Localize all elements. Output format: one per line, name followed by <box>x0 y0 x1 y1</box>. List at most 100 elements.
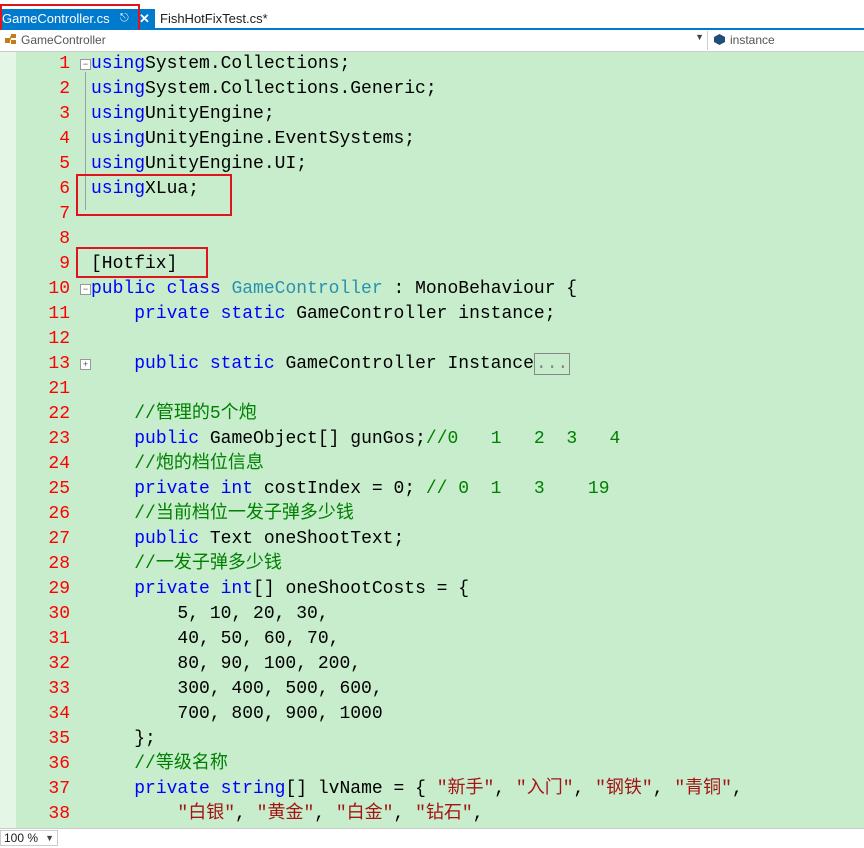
code-line[interactable]: 21 <box>0 377 864 402</box>
collapse-icon[interactable]: − <box>80 284 91 295</box>
code-token: "白金" <box>335 804 394 824</box>
code-line[interactable]: 13 + public static GameController Instanc… <box>0 352 864 377</box>
zoom-level: 100 % <box>4 831 39 845</box>
code-text: //管理的5个炮 <box>91 402 257 427</box>
code-editor[interactable]: 1− usingSystem.Collections; 2 usingSystem.C… <box>0 52 864 828</box>
code-line[interactable]: 35 }; <box>0 727 864 752</box>
code-token: using <box>91 79 146 99</box>
code-token: 5, 10, 20, 30, <box>91 604 329 624</box>
close-icon[interactable]: ✕ <box>139 9 150 28</box>
collapse-icon[interactable]: − <box>80 59 91 70</box>
code-line[interactable]: 36 //等级名称 <box>0 752 864 777</box>
code-line[interactable]: 1− usingSystem.Collections; <box>0 52 864 77</box>
code-token: //0 1 2 3 4 <box>425 429 621 449</box>
code-text: public GameObject[] gunGos;//0 1 2 3 4 <box>91 427 620 452</box>
line-number: 22 <box>48 404 70 424</box>
code-line[interactable]: 9 [Hotfix] <box>0 252 864 277</box>
code-line[interactable]: 38 "白银", "黄金", "白金", "钻石", <box>0 802 864 827</box>
line-number: 2 <box>59 79 70 99</box>
chevron-down-icon[interactable]: ▼ <box>695 32 704 42</box>
code-token: GameObject[] gunGos; <box>209 429 426 449</box>
code-token: public class <box>91 279 232 299</box>
line-number: 29 <box>48 579 70 599</box>
code-line[interactable]: 31 40, 50, 60, 70, <box>0 627 864 652</box>
code-line[interactable]: 32 80, 90, 100, 200, <box>0 652 864 677</box>
line-number: 9 <box>59 254 70 274</box>
code-token: using <box>91 129 146 149</box>
code-line[interactable]: 34 700, 800, 900, 1000 <box>0 702 864 727</box>
code-line[interactable]: 12 <box>0 327 864 352</box>
line-number: 37 <box>48 779 70 799</box>
code-line[interactable]: 7 <box>0 202 864 227</box>
code-text: //等级名称 <box>91 752 228 777</box>
status-bar: 100 % ▼ <box>0 828 864 848</box>
field-icon <box>714 34 725 45</box>
code-line[interactable]: 2 usingSystem.Collections.Generic; <box>0 77 864 102</box>
code-line[interactable]: 24 //炮的档位信息 <box>0 452 864 477</box>
code-token: , <box>573 779 596 799</box>
code-text: "白银", "黄金", "白金", "钻石", <box>91 802 483 827</box>
code-text: private int costIndex = 0; // 0 1 3 19 <box>91 477 609 502</box>
code-token: //一发子弹多少钱 <box>134 554 282 574</box>
zoom-dropdown[interactable]: 100 % ▼ <box>0 830 58 846</box>
document-tab-strip: GameController.cs ⎋ ✕ FishHotFixTest.cs* <box>0 0 864 32</box>
collapsed-region[interactable]: ... <box>533 353 571 375</box>
code-text: private int[] oneShootCosts = { <box>91 577 469 602</box>
code-text: usingUnityEngine; <box>91 102 275 127</box>
code-token: using <box>91 154 146 174</box>
tab-fishhotfixtest[interactable]: FishHotFixTest.cs* <box>160 9 268 28</box>
class-selector-dropdown[interactable]: GameController ▼ <box>0 31 708 50</box>
code-text: 40, 50, 60, 70, <box>91 627 339 652</box>
code-token: 300, 400, 500, 600, <box>91 679 383 699</box>
code-line[interactable]: 3 usingUnityEngine; <box>0 102 864 127</box>
tab-label: FishHotFixTest.cs* <box>160 11 268 26</box>
code-token: , <box>494 779 516 799</box>
line-number: 32 <box>48 654 70 674</box>
code-token: private int <box>134 479 264 499</box>
code-line[interactable]: 28 //一发子弹多少钱 <box>0 552 864 577</box>
code-token: //等级名称 <box>134 754 228 774</box>
code-line[interactable]: 26 //当前档位一发子弹多少钱 <box>0 502 864 527</box>
code-text: usingSystem.Collections; <box>91 52 350 77</box>
code-line[interactable]: 22 //管理的5个炮 <box>0 402 864 427</box>
code-token: //炮的档位信息 <box>134 454 264 474</box>
line-number: 10 <box>48 279 70 299</box>
code-line[interactable]: 4 usingUnityEngine.EventSystems; <box>0 127 864 152</box>
code-line[interactable]: 33 300, 400, 500, 600, <box>0 677 864 702</box>
code-line[interactable]: 25 private int costIndex = 0; // 0 1 3 1… <box>0 477 864 502</box>
code-text: usingUnityEngine.EventSystems; <box>91 127 415 152</box>
chevron-down-icon[interactable]: ▼ <box>45 831 54 846</box>
expand-icon[interactable]: + <box>80 359 91 370</box>
line-number: 38 <box>48 804 70 824</box>
code-text: private string[] lvName = { "新手", "入门", … <box>91 777 743 802</box>
code-token: [] oneShootCosts = { <box>253 579 470 599</box>
code-token: Text oneShootText; <box>209 529 405 549</box>
member-selector-dropdown[interactable]: instance <box>710 31 864 50</box>
line-number: 27 <box>48 529 70 549</box>
member-selector-value: instance <box>730 33 775 47</box>
code-token: //管理的5个炮 <box>134 404 257 424</box>
code-line[interactable]: 8 <box>0 227 864 252</box>
code-line[interactable]: 6 usingXLua; <box>0 177 864 202</box>
code-token: using <box>91 179 146 199</box>
code-line[interactable]: 5 usingUnityEngine.UI; <box>0 152 864 177</box>
code-token: costIndex = 0; <box>263 479 426 499</box>
code-line[interactable]: 29 private int[] oneShootCosts = { <box>0 577 864 602</box>
code-token: , <box>314 804 336 824</box>
code-text: //一发子弹多少钱 <box>91 552 282 577</box>
code-line[interactable]: 11 private static GameController instanc… <box>0 302 864 327</box>
code-token: , <box>393 804 416 824</box>
code-line[interactable]: 23 public GameObject[] gunGos;//0 1 2 3 … <box>0 427 864 452</box>
code-line[interactable]: 10− public class GameController : MonoBeh… <box>0 277 864 302</box>
code-token: System.Collections.Generic; <box>145 79 437 99</box>
code-line[interactable]: 27 public Text oneShootText; <box>0 527 864 552</box>
code-line[interactable]: 30 5, 10, 20, 30, <box>0 602 864 627</box>
line-number: 7 <box>59 204 70 224</box>
code-token: GameController instance; <box>296 304 556 324</box>
line-number: 30 <box>48 604 70 624</box>
code-line[interactable]: 37 private string[] lvName = { "新手", "入门… <box>0 777 864 802</box>
